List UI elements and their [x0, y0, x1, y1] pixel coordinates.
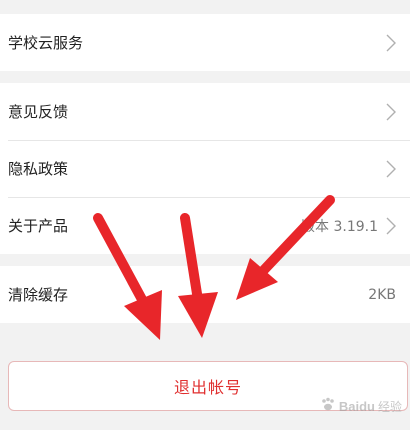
row-privacy-policy[interactable]: 隐私政策 — [0, 140, 410, 197]
row-clear-cache[interactable]: 清除缓存 2KB — [0, 266, 410, 323]
settings-page: 学校云服务 意见反馈 隐私政策 关于产品 版本 3.19.1 清除缓存 2KB … — [0, 0, 410, 430]
version-value: 版本 3.19.1 — [301, 218, 378, 235]
cache-size-value: 2KB — [368, 286, 396, 303]
row-about-product[interactable]: 关于产品 版本 3.19.1 — [0, 197, 410, 254]
chevron-right-icon — [384, 33, 398, 53]
baidu-paw-icon — [320, 396, 336, 416]
chevron-right-icon — [384, 159, 398, 179]
watermark-brand: Baidu — [338, 398, 375, 414]
settings-group-cache: 清除缓存 2KB — [0, 266, 410, 323]
chevron-right-icon — [384, 102, 398, 122]
row-label: 隐私政策 — [8, 160, 69, 178]
settings-group-cloud: 学校云服务 — [0, 14, 410, 71]
row-label: 学校云服务 — [8, 34, 84, 52]
row-label: 关于产品 — [8, 217, 69, 235]
watermark: Baidu 经验 — [320, 396, 402, 416]
logout-label: 退出帐号 — [173, 378, 242, 397]
settings-group-info: 意见反馈 隐私政策 关于产品 版本 3.19.1 — [0, 83, 410, 254]
row-school-cloud-service[interactable]: 学校云服务 — [0, 14, 410, 71]
watermark-sub: 经验 — [377, 399, 402, 414]
row-label: 清除缓存 — [8, 286, 69, 304]
row-label: 意见反馈 — [8, 103, 69, 121]
chevron-right-icon — [384, 216, 398, 236]
row-feedback[interactable]: 意见反馈 — [0, 83, 410, 140]
